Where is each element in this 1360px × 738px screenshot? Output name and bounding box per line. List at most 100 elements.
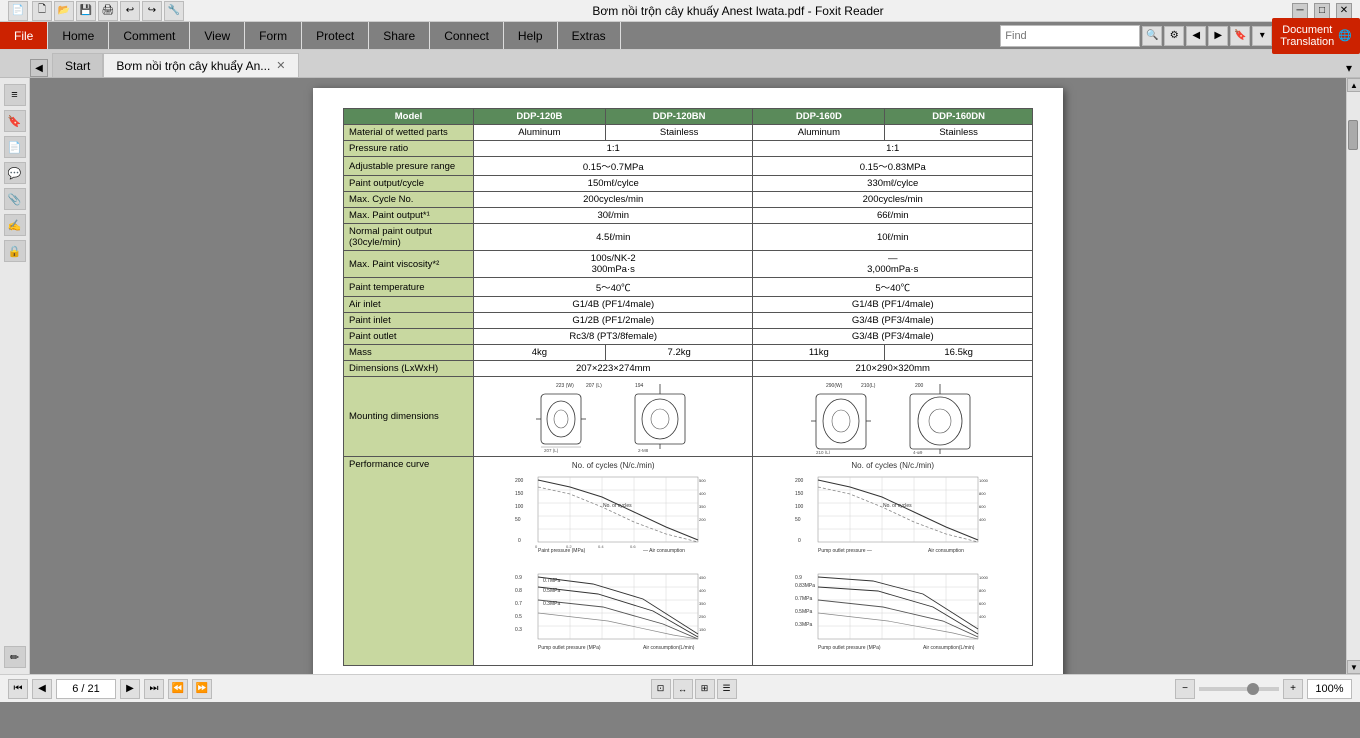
tab-extras[interactable]: Extras bbox=[558, 22, 621, 49]
page-input[interactable] bbox=[56, 679, 116, 699]
zoom-in-button[interactable]: + bbox=[1283, 679, 1303, 699]
bookmark-dropdown-icon[interactable]: ▾ bbox=[1252, 26, 1272, 46]
tab-comment[interactable]: Comment bbox=[109, 22, 190, 49]
zoom-out-button[interactable]: − bbox=[1175, 679, 1195, 699]
tab-share[interactable]: Share bbox=[369, 22, 430, 49]
svg-text:150: 150 bbox=[795, 491, 804, 497]
tools-icon[interactable]: 🔧 bbox=[164, 1, 184, 21]
scroll-thumb[interactable] bbox=[1348, 120, 1358, 150]
svg-text:210(L): 210(L) bbox=[861, 383, 876, 389]
scroll-down-button[interactable]: ▼ bbox=[1347, 660, 1360, 674]
sidebar-security-icon[interactable]: 🔒 bbox=[4, 240, 26, 262]
sidebar-attach-icon[interactable]: 📎 bbox=[4, 188, 26, 210]
cell: 5～40℃ bbox=[753, 278, 1033, 297]
scroll-track[interactable] bbox=[1347, 92, 1360, 660]
minimize-button[interactable]: ─ bbox=[1292, 3, 1308, 19]
svg-text:1000: 1000 bbox=[979, 478, 989, 483]
svg-text:0.5MPa: 0.5MPa bbox=[543, 588, 560, 594]
search-settings-icon[interactable]: ⚙ bbox=[1164, 26, 1184, 46]
zoom-input[interactable] bbox=[1307, 679, 1352, 699]
pdf-page: Model DDP-120B DDP-120BN DDP-160D DDP-16… bbox=[313, 88, 1063, 674]
search-input[interactable] bbox=[1000, 25, 1140, 47]
scroll-icon[interactable]: ☰ bbox=[717, 679, 737, 699]
tab-form[interactable]: Form bbox=[245, 22, 302, 49]
svg-text:0.4: 0.4 bbox=[598, 544, 604, 549]
fit-page-icon[interactable]: ⊡ bbox=[651, 679, 671, 699]
last-page-button[interactable]: ⏭ bbox=[144, 679, 164, 699]
cell: 207×223×274mm bbox=[474, 361, 753, 377]
svg-text:0.7MPa: 0.7MPa bbox=[795, 596, 812, 602]
tab-protect[interactable]: Protect bbox=[302, 22, 369, 49]
forward-button[interactable]: ⏩ bbox=[192, 679, 212, 699]
col-header-ddp160d: DDP-160D bbox=[753, 109, 885, 125]
mounting-images-container-left: 223 (W) 207 (L) bbox=[479, 379, 747, 454]
tab-file[interactable]: File bbox=[0, 22, 48, 49]
pump-drawing-side-right: 200 4-φ9 bbox=[905, 379, 975, 454]
doc-tab-start[interactable]: Start bbox=[52, 53, 103, 77]
first-page-button[interactable]: ⏮ bbox=[8, 679, 28, 699]
fit-width-icon[interactable]: ↔ bbox=[673, 679, 693, 699]
cell: Aluminum bbox=[753, 125, 885, 141]
navigation-controls: ⏮ ◀ ▶ ⏭ ⏪ ⏩ bbox=[8, 679, 212, 699]
tab-close-icon[interactable]: ✕ bbox=[276, 59, 285, 72]
tab-home[interactable]: Home bbox=[48, 22, 109, 49]
sidebar-bottom-icon[interactable]: ✏ bbox=[4, 646, 26, 668]
sidebar-bookmark-icon[interactable]: 🔖 bbox=[4, 110, 26, 132]
next-page-button[interactable]: ▶ bbox=[120, 679, 140, 699]
new-icon[interactable]: 🗋 bbox=[32, 1, 52, 21]
svg-text:210 (L): 210 (L) bbox=[816, 450, 831, 454]
tab-help[interactable]: Help bbox=[504, 22, 558, 49]
search-icon[interactable]: 🔍 bbox=[1142, 26, 1162, 46]
main-layout: ≡ 🔖 📄 💬 📎 ✍ 🔒 ✏ Model DDP-120B DDP-120BN… bbox=[0, 78, 1360, 674]
table-row: Paint outlet Rc3/8 (PT3/8female) G3/4B (… bbox=[344, 329, 1033, 345]
bookmark-icon[interactable]: 🔖 bbox=[1230, 26, 1250, 46]
svg-text:350: 350 bbox=[699, 601, 706, 606]
translate-icon: 🌐 bbox=[1338, 29, 1352, 42]
maximize-button[interactable]: □ bbox=[1314, 3, 1330, 19]
search-next-icon[interactable]: ▶ bbox=[1208, 26, 1228, 46]
cell: 10ℓ/min bbox=[753, 224, 1033, 251]
cell: 11kg bbox=[753, 345, 885, 361]
pump-drawing-front-left: 223 (W) 207 (L) bbox=[536, 379, 626, 454]
doc-tab-start-label: Start bbox=[65, 59, 90, 73]
row-label: Dimensions (LxWxH) bbox=[344, 361, 474, 377]
rewind-button[interactable]: ⏪ bbox=[168, 679, 188, 699]
view-icons: ⊡ ↔ ⊞ ☰ bbox=[651, 679, 737, 699]
svg-text:150: 150 bbox=[515, 491, 524, 497]
sidebar-sign-icon[interactable]: ✍ bbox=[4, 214, 26, 236]
svg-text:Pump outlet pressure —: Pump outlet pressure — bbox=[818, 548, 872, 554]
svg-text:600: 600 bbox=[979, 601, 986, 606]
save-icon[interactable]: 💾 bbox=[76, 1, 96, 21]
search-prev-icon[interactable]: ◀ bbox=[1186, 26, 1206, 46]
svg-text:500: 500 bbox=[699, 478, 706, 483]
redo-icon[interactable]: ↪ bbox=[142, 1, 162, 21]
doc-tab-pdf[interactable]: Bơm nồi trộn cây khuẩy An... ✕ bbox=[103, 53, 298, 77]
cell: G1/2B (PF1/2male) bbox=[474, 313, 753, 329]
row-label: Paint output/cycle bbox=[344, 176, 474, 192]
table-row: Adjustable presure range 0.15～0.7MPa 0.1… bbox=[344, 157, 1033, 176]
close-button[interactable]: ✕ bbox=[1336, 3, 1352, 19]
scroll-up-button[interactable]: ▲ bbox=[1347, 78, 1360, 92]
cell: 5～40℃ bbox=[474, 278, 753, 297]
cell: 0.15～0.7MPa bbox=[474, 157, 753, 176]
sidebar-page-icon[interactable]: 📄 bbox=[4, 136, 26, 158]
zoom-thumb[interactable] bbox=[1247, 683, 1259, 695]
svg-text:50: 50 bbox=[515, 517, 521, 523]
cell: 210×290×320mm bbox=[753, 361, 1033, 377]
tab-connect[interactable]: Connect bbox=[430, 22, 504, 49]
svg-text:1000: 1000 bbox=[979, 575, 989, 580]
print-icon[interactable]: 🖨 bbox=[98, 1, 118, 21]
sidebar-toggle[interactable]: ◀ bbox=[30, 59, 48, 77]
two-page-icon[interactable]: ⊞ bbox=[695, 679, 715, 699]
cell: Stainless bbox=[605, 125, 753, 141]
open-icon[interactable]: 📂 bbox=[54, 1, 74, 21]
undo-icon[interactable]: ↩ bbox=[120, 1, 140, 21]
sidebar-nav-icon[interactable]: ≡ bbox=[4, 84, 26, 106]
table-row: Dimensions (LxWxH) 207×223×274mm 210×290… bbox=[344, 361, 1033, 377]
zoom-slider[interactable] bbox=[1199, 687, 1279, 691]
tab-dropdown-button[interactable]: ▾ bbox=[1338, 59, 1360, 77]
prev-page-button[interactable]: ◀ bbox=[32, 679, 52, 699]
sidebar-comment-icon[interactable]: 💬 bbox=[4, 162, 26, 184]
doc-translation-button[interactable]: DocumentTranslation 🌐 bbox=[1272, 18, 1360, 54]
tab-view[interactable]: View bbox=[190, 22, 245, 49]
